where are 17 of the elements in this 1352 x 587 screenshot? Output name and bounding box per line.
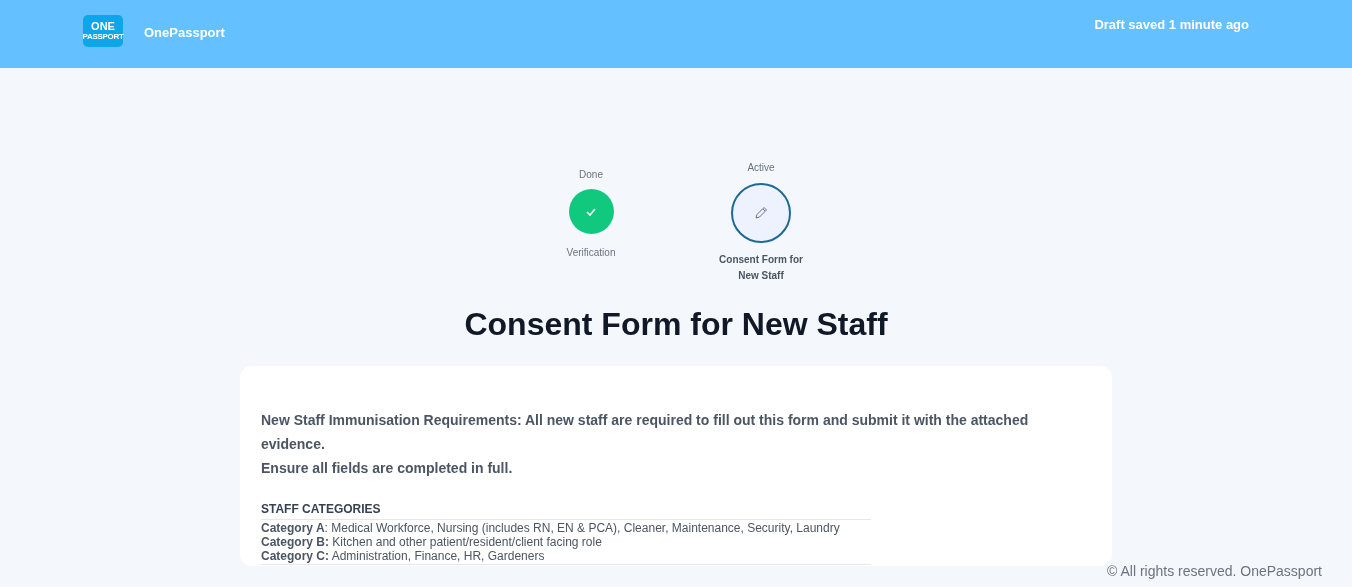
draft-status: Draft saved 1 minute ago <box>1094 16 1249 34</box>
category-row-text: Category B: Kitchen and other patient/resident/client facing role <box>261 535 603 549</box>
pencil-icon <box>754 206 768 220</box>
intro-text: Ensure all fields are completed in full. <box>261 459 514 478</box>
step-name: Consent Form for New Staff <box>718 253 804 283</box>
brand-name: OnePassport <box>144 24 225 42</box>
step-status: Active <box>747 161 775 175</box>
page-title: Consent Form for New Staff <box>463 305 889 344</box>
check-icon <box>586 207 596 216</box>
step-status: Done <box>579 168 603 182</box>
category-row-text: Category A: Medical Workforce, Nursing (includes RN, EN & PCA), Cleaner, Maintenance, Security, Laundry <box>261 520 841 535</box>
logo-icon: ONE PASSPORT <box>83 15 123 47</box>
step-name: Verification <box>566 246 616 260</box>
category-row: Category C: Administration, Finance, HR, Gardeners <box>261 549 871 565</box>
copyright-text: © All rights reserved. OnePassport <box>1107 561 1322 582</box>
intro-text: New Staff Immunisation Requirements: All new staff are required to fill out this form and submit it with the attached evidence. <box>261 411 1030 454</box>
table-heading: STAFF CATEGORIES <box>261 500 871 520</box>
